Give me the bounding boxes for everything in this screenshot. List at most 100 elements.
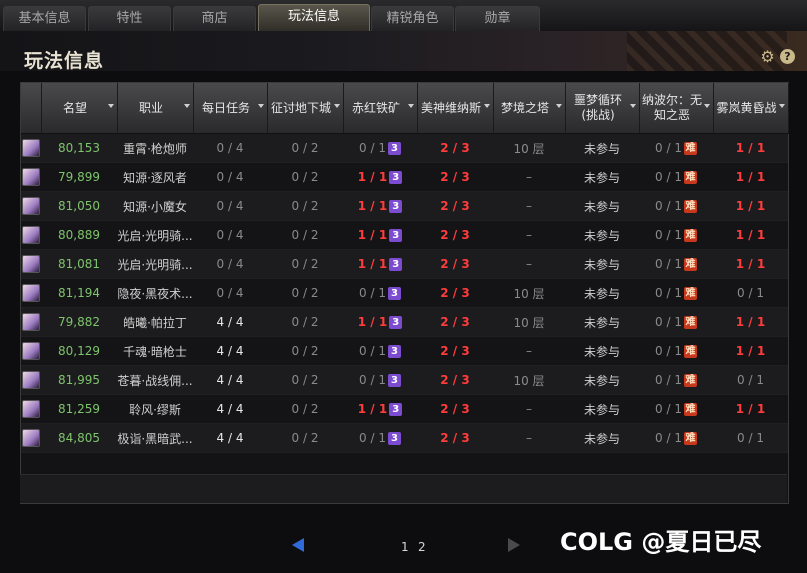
- hard-mode-badge: 难: [683, 171, 697, 184]
- dream-tower-cell: 10 层: [493, 307, 565, 337]
- dungeon-cell-value: 0 / 2: [291, 286, 319, 300]
- dream-tower-cell: 10 层: [493, 365, 565, 395]
- table-row[interactable]: 81,081 光启·光明骑... 0 / 40 / 21 / 132 / 3– 未参与…: [21, 249, 788, 279]
- tab-medals[interactable]: 勋章: [455, 6, 540, 31]
- avatar: [22, 429, 40, 447]
- prev-page-arrow-icon[interactable]: [292, 538, 304, 552]
- venus-cell: 2 / 3: [417, 220, 493, 250]
- avatar-cell: [21, 278, 41, 308]
- table-row[interactable]: 79,882 皓曦·帕拉丁 4 / 40 / 21 / 132 / 3 10 层未参与…: [21, 307, 788, 337]
- fame-cell: 80,889: [41, 220, 117, 250]
- fame-cell: 80,129: [41, 336, 117, 366]
- nightmare-cell-value: 未参与: [583, 344, 620, 359]
- sort-caret-icon: [555, 104, 562, 108]
- nabol-cell-value: 0 / 1: [655, 228, 682, 242]
- header-venus[interactable]: 美神维纳斯: [417, 83, 494, 134]
- red-iron-cell-value: 1 / 1: [357, 199, 388, 213]
- daily-task-cell: 4 / 4: [193, 307, 267, 337]
- header-dream-tower[interactable]: 梦境之塔: [493, 83, 566, 134]
- dungeon-cell: 0 / 2: [267, 249, 343, 279]
- mist-dusk-cell-value: 0 / 1: [737, 286, 764, 300]
- job-cell-value: 知源·逐风者: [123, 170, 187, 185]
- red-iron-cell: 1 / 13: [343, 191, 417, 221]
- table-row[interactable]: 84,805 极诣·黑暗武... 4 / 40 / 20 / 132 / 3– 未参与…: [21, 423, 788, 453]
- header-nabol[interactable]: 纳波尔：无知之恶: [639, 83, 714, 134]
- table-row[interactable]: 80,153 重霄·枪炮师 0 / 40 / 20 / 132 / 3 10 层未参与…: [21, 133, 788, 163]
- dungeon-cell: 0 / 2: [267, 423, 343, 453]
- header-nightmare-loop[interactable]: 噩梦循环(挑战): [565, 83, 640, 134]
- fame-cell-value: 80,889: [58, 228, 100, 242]
- nightmare-cell-value: 未参与: [583, 199, 620, 214]
- table-row[interactable]: 79,899 知源·逐风者 0 / 40 / 21 / 132 / 3– 未参与 0 /…: [21, 162, 788, 192]
- table-row[interactable]: 81,050 知源·小魔女 0 / 40 / 21 / 132 / 3– 未参与 0 /…: [21, 191, 788, 221]
- daily-task-cell-value: 0 / 4: [216, 228, 244, 242]
- tab-elite-characters[interactable]: 精锐角色: [371, 6, 454, 31]
- dungeon-cell-value: 0 / 2: [291, 228, 319, 242]
- fame-cell: 79,899: [41, 162, 117, 192]
- table-row[interactable]: 81,194 隐夜·黑夜术... 0 / 40 / 20 / 132 / 3 10 层…: [21, 278, 788, 308]
- header-red-iron[interactable]: 赤红铁矿: [343, 83, 418, 134]
- red-iron-cell: 1 / 13: [343, 394, 417, 424]
- dungeon-cell: 0 / 2: [267, 365, 343, 395]
- sort-caret-icon: [407, 104, 414, 108]
- page-title: 玩法信息: [24, 50, 105, 72]
- difficulty-3-badge: 3: [387, 432, 401, 445]
- dream-tower-cell-value: 10 层: [513, 141, 545, 156]
- avatar-cell: [21, 307, 41, 337]
- header-mist-dusk[interactable]: 雾岚黄昏战: [713, 83, 789, 134]
- fame-cell: 81,081: [41, 249, 117, 279]
- venus-cell-value: 2 / 3: [440, 431, 470, 445]
- table-footer-bar: [20, 474, 787, 503]
- nabol-cell: 0 / 1难: [639, 394, 713, 424]
- red-iron-cell: 1 / 13: [343, 162, 417, 192]
- dungeon-cell: 0 / 2: [267, 220, 343, 250]
- difficulty-3-badge: 3: [389, 258, 403, 271]
- venus-cell-value: 2 / 3: [440, 170, 470, 184]
- daily-task-cell: 0 / 4: [193, 220, 267, 250]
- table-row[interactable]: 81,995 苍暮·战线佣... 4 / 40 / 20 / 132 / 3 10 层…: [21, 365, 788, 395]
- table-row[interactable]: 80,129 千魂·暗枪士 4 / 40 / 20 / 132 / 3– 未参与 0 /…: [21, 336, 788, 366]
- header-job[interactable]: 职业: [117, 83, 194, 134]
- header-daily-task[interactable]: 每日任务: [193, 83, 268, 134]
- next-page-arrow-icon[interactable]: [508, 538, 520, 552]
- dream-tower-cell: –: [493, 423, 565, 453]
- nabol-cell: 0 / 1难: [639, 423, 713, 453]
- daily-task-cell-value: 4 / 4: [216, 373, 244, 387]
- help-icon[interactable]: ?: [780, 49, 795, 64]
- dream-tower-cell-value: –: [526, 344, 532, 358]
- mist-dusk-cell-value: 1 / 1: [735, 199, 766, 213]
- header-dungeon[interactable]: 征讨地下城: [267, 83, 344, 134]
- nightmare-cell: 未参与: [565, 394, 639, 424]
- header-fame[interactable]: 名望: [41, 83, 118, 134]
- gameplay-table-frame: 名望 职业 每日任务 征讨地下城 赤红铁矿 美神维纳斯 梦境之塔 噩梦循环(挑战…: [20, 82, 789, 504]
- fame-cell-value: 81,081: [58, 257, 100, 271]
- fame-cell: 80,153: [41, 133, 117, 163]
- sort-caret-icon: [629, 104, 636, 108]
- mist-dusk-cell: 1 / 1: [713, 249, 788, 279]
- nabol-cell-value: 0 / 1: [655, 257, 682, 271]
- sort-caret-icon: [703, 104, 710, 108]
- table-row[interactable]: 81,259 聆风·缪斯 4 / 40 / 21 / 132 / 3– 未参与 0 / …: [21, 394, 788, 424]
- tab-basic-info[interactable]: 基本信息: [3, 6, 86, 31]
- table-row[interactable]: 80,889 光启·光明骑... 0 / 40 / 21 / 132 / 3– 未参与…: [21, 220, 788, 250]
- daily-task-cell-value: 0 / 4: [216, 286, 244, 300]
- mist-dusk-cell-value: 0 / 1: [737, 373, 764, 387]
- gear-icon[interactable]: ⚙: [760, 49, 775, 65]
- venus-cell: 2 / 3: [417, 162, 493, 192]
- nabol-cell-value: 0 / 1: [655, 431, 682, 445]
- header-decoration: [0, 31, 807, 71]
- tab-shop[interactable]: 商店: [173, 6, 256, 31]
- difficulty-3-badge: 3: [389, 403, 403, 416]
- page-number-2[interactable]: 2: [418, 540, 426, 554]
- venus-cell: 2 / 3: [417, 191, 493, 221]
- tab-gameplay-info[interactable]: 玩法信息: [258, 4, 370, 32]
- fame-cell-value: 80,153: [58, 141, 100, 155]
- page-number-1[interactable]: 1: [401, 540, 409, 554]
- dream-tower-cell-value: –: [526, 431, 532, 445]
- sort-caret-icon: [333, 104, 340, 108]
- avatar-cell: [21, 162, 41, 192]
- nabol-cell: 0 / 1难: [639, 365, 713, 395]
- dream-tower-cell-value: 10 层: [513, 373, 545, 388]
- red-iron-cell-value: 0 / 1: [359, 373, 386, 387]
- tab-traits[interactable]: 特性: [88, 6, 171, 31]
